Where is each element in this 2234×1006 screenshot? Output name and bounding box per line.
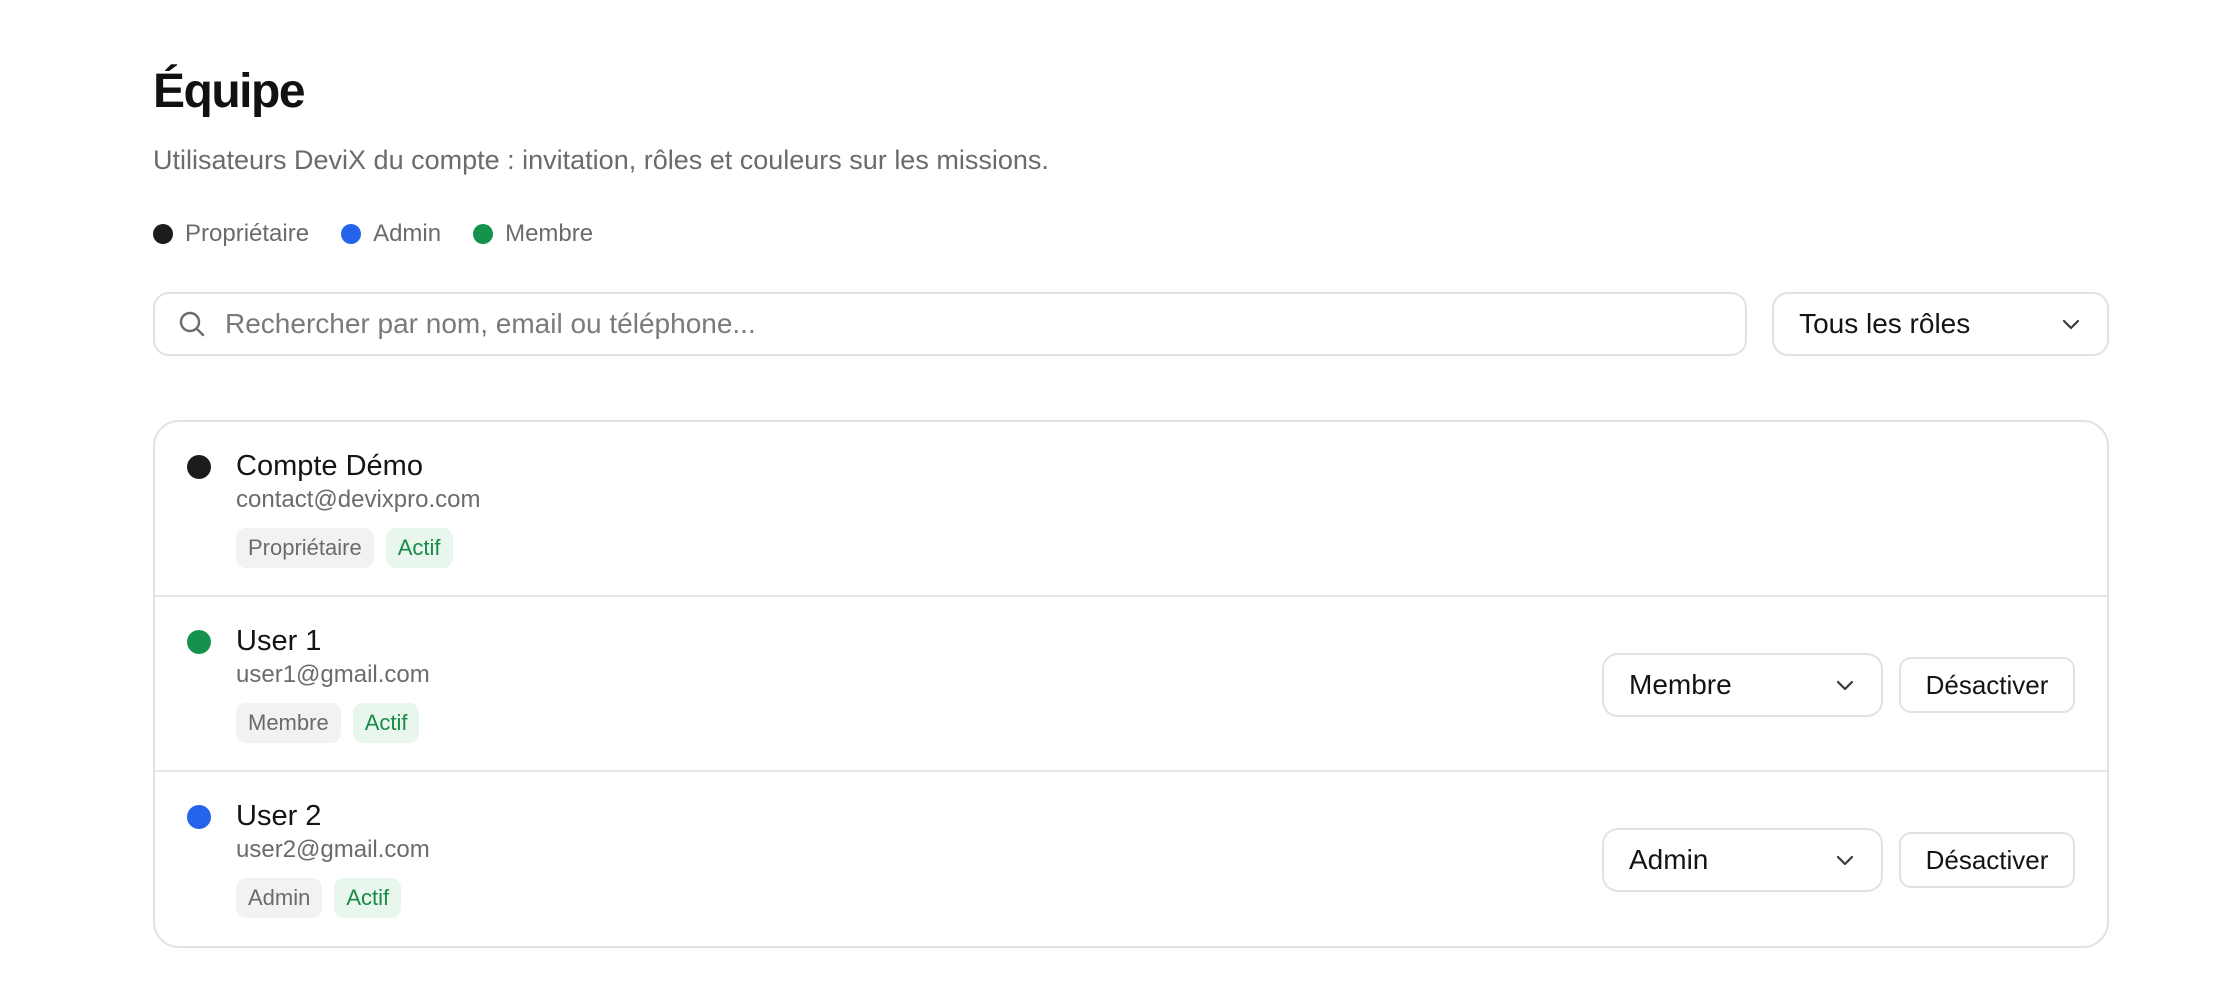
toolbar: Tous les rôles	[153, 292, 2109, 356]
members-list: Compte Démo contact@devixpro.com Proprié…	[153, 420, 2109, 948]
member-badges: Membre Actif	[236, 703, 431, 743]
member-role-select[interactable]: Admin	[1602, 828, 1883, 892]
member-actions: Admin Désactiver	[1602, 828, 2075, 892]
member-name: Compte Démo	[236, 450, 423, 482]
member-color-dot	[187, 455, 211, 479]
chevron-down-icon	[1836, 855, 1854, 866]
member-name: User 2	[236, 800, 322, 832]
member-row: User 1 user1@gmail.com Membre Actif Memb…	[155, 597, 2107, 772]
owner-color-dot	[153, 224, 173, 244]
legend-label: Propriétaire	[185, 220, 310, 247]
legend-item-member: Membre	[473, 220, 593, 248]
role-legend: Propriétaire Admin Membre	[153, 218, 2234, 250]
legend-item-owner: Propriétaire	[153, 220, 309, 248]
legend-item-admin: Admin	[341, 220, 441, 248]
member-email: user1@gmail.com	[236, 661, 430, 688]
role-badge: Admin	[236, 878, 323, 918]
search-icon	[179, 311, 205, 337]
role-badge: Propriétaire	[236, 528, 374, 568]
member-role-select-value: Admin	[1629, 844, 1709, 875]
chevron-down-icon	[2062, 319, 2080, 330]
chevron-down-icon	[1836, 680, 1854, 691]
member-color-dot	[473, 224, 494, 244]
role-badge: Membre	[236, 703, 341, 743]
member-actions: Membre Désactiver	[1602, 653, 2075, 717]
member-role-select-value: Membre	[1629, 669, 1732, 700]
legend-label: Admin	[373, 220, 442, 247]
member-badges: Admin Actif	[236, 878, 430, 918]
member-color-dot	[187, 805, 211, 829]
member-info: User 1 user1@gmail.com Membre Actif	[236, 623, 431, 743]
member-name: User 1	[236, 625, 322, 657]
member-email: user2@gmail.com	[236, 836, 430, 863]
role-filter-select[interactable]: Tous les rôles	[1772, 292, 2109, 356]
member-role-select[interactable]: Membre	[1602, 653, 1883, 717]
status-badge: Actif	[385, 528, 453, 568]
page-subtitle: Utilisateurs DeviX du compte : invitatio…	[153, 145, 1049, 175]
search-input[interactable]	[223, 307, 1746, 341]
admin-color-dot	[341, 224, 362, 244]
status-badge: Actif	[334, 878, 402, 918]
deactivate-button[interactable]: Désactiver	[1899, 657, 2075, 713]
team-page: Équipe Utilisateurs DeviX du compte : in…	[0, 0, 2234, 1006]
member-row: User 2 user2@gmail.com Admin Actif Admin…	[155, 772, 2107, 946]
status-badge: Actif	[352, 703, 420, 743]
member-info: Compte Démo contact@devixpro.com Proprié…	[236, 448, 480, 568]
page-title: Équipe	[153, 65, 306, 118]
member-row: Compte Démo contact@devixpro.com Proprié…	[155, 422, 2107, 597]
member-info: User 2 user2@gmail.com Admin Actif	[236, 798, 430, 918]
legend-label: Membre	[505, 220, 594, 247]
search-box[interactable]	[153, 292, 1748, 356]
role-filter-value: Tous les rôles	[1799, 308, 1971, 339]
member-color-dot	[187, 630, 211, 654]
member-email: contact@devixpro.com	[236, 486, 481, 513]
member-badges: Propriétaire Actif	[236, 528, 480, 568]
deactivate-button[interactable]: Désactiver	[1899, 832, 2075, 888]
